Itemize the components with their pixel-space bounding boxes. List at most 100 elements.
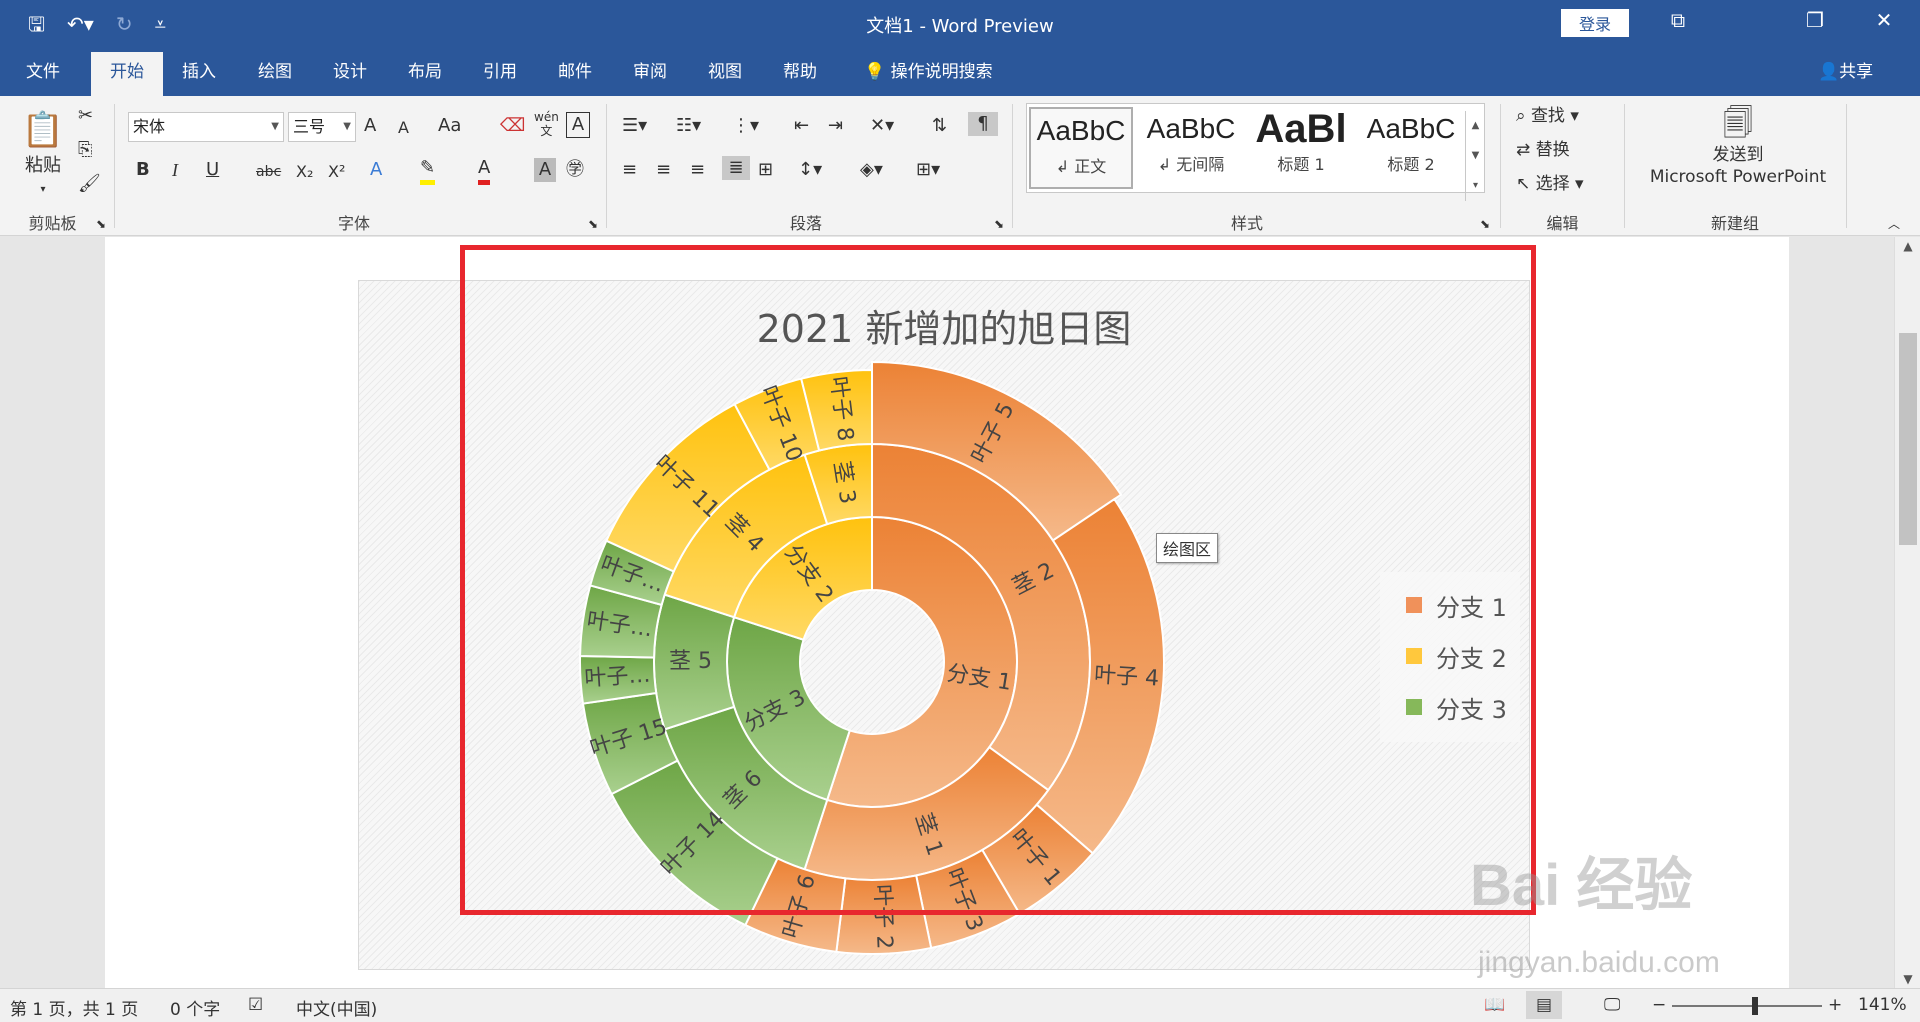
shading-icon[interactable]: ◈▾	[860, 158, 883, 182]
tab-file[interactable]: 文件	[16, 48, 70, 96]
align-right-icon[interactable]: ≡	[690, 158, 705, 182]
font-size-combo[interactable]: 三号 ▼	[288, 112, 356, 142]
zoom-level[interactable]: 141%	[1858, 995, 1907, 1015]
scroll-up-icon[interactable]: ▲	[1895, 239, 1920, 253]
dialog-launcher-icon[interactable]: ⬊	[994, 212, 1004, 236]
phonetic-guide-button[interactable]: wén 文	[534, 110, 559, 138]
tab-review[interactable]: 审阅	[623, 48, 677, 96]
subscript-button[interactable]: X₂	[296, 160, 313, 184]
chart-title[interactable]: 2021 新增加的旭日图	[358, 298, 1530, 353]
print-layout-icon[interactable]: ▤	[1526, 991, 1563, 1019]
tab-insert[interactable]: 插入	[172, 48, 226, 96]
customize-icon[interactable]: ⩡	[155, 11, 166, 37]
increase-indent-icon[interactable]: ⇥	[828, 114, 843, 138]
align-center-icon[interactable]: ≡	[656, 158, 671, 182]
more-icon[interactable]: ▾	[1466, 171, 1485, 201]
chinese-layout-icon[interactable]: ✕▾	[870, 114, 894, 138]
format-painter-icon[interactable]: 🖌	[78, 172, 101, 196]
login-button[interactable]: 登录	[1561, 9, 1629, 37]
tab-design[interactable]: 设计	[323, 48, 377, 96]
style-no-spacing[interactable]: AaBbC ↲ 无间隔	[1139, 107, 1243, 189]
bold-button[interactable]: B	[136, 158, 150, 182]
change-case-button[interactable]: Aa	[438, 114, 461, 138]
send-to-powerpoint-button[interactable]: 🗐 发送到 Microsoft PowerPoint	[1640, 104, 1836, 188]
sunburst-segment[interactable]	[835, 874, 933, 955]
sort-icon[interactable]: ⇅	[932, 114, 947, 138]
replace-button[interactable]: ⇄ 替换	[1516, 138, 1570, 162]
dialog-launcher-icon[interactable]: ⬊	[96, 212, 106, 236]
page-count[interactable]: 第 1 页，共 1 页	[10, 995, 138, 1020]
find-button[interactable]: ⌕ 查找 ▾	[1516, 104, 1579, 128]
tab-references[interactable]: 引用	[473, 48, 527, 96]
save-icon[interactable]: 🖫	[28, 11, 45, 37]
tab-view[interactable]: 视图	[698, 48, 752, 96]
shrink-font-button[interactable]: A	[398, 116, 409, 140]
clear-format-icon[interactable]: ⌫	[500, 114, 525, 138]
align-left-icon[interactable]: ≡	[622, 158, 637, 182]
sunburst-segment[interactable]	[653, 593, 736, 731]
multilevel-list-icon[interactable]: ⋮▾	[732, 114, 759, 138]
tab-layout[interactable]: 布局	[398, 48, 452, 96]
line-spacing-icon[interactable]: ↕▾	[798, 158, 822, 182]
zoom-in-icon[interactable]: +	[1828, 995, 1842, 1015]
underline-button[interactable]: U	[206, 158, 219, 182]
style-heading-2[interactable]: AaBbC 标题 2	[1359, 107, 1463, 189]
window-title: 文档1 - Word Preview	[866, 16, 1054, 37]
redo-icon[interactable]: ↻	[116, 11, 133, 37]
chevron-up-icon[interactable]: ▲	[1466, 111, 1485, 141]
style-heading-1[interactable]: AaBl 标题 1	[1249, 107, 1353, 189]
font-color-button[interactable]: A	[478, 156, 491, 185]
strikethrough-button[interactable]: abc	[256, 160, 281, 184]
tab-home[interactable]: 开始	[91, 52, 163, 96]
chart-legend[interactable]: 分支 1 分支 2 分支 3	[1380, 572, 1520, 742]
ribbon-display-icon[interactable]: ⧉	[1658, 8, 1698, 32]
char-border-icon[interactable]: A	[566, 112, 590, 138]
proofing-icon[interactable]: ☑	[248, 995, 263, 1015]
tab-draw[interactable]: 绘图	[248, 48, 302, 96]
italic-button[interactable]: I	[172, 158, 178, 182]
zoom-out-icon[interactable]: −	[1652, 995, 1666, 1015]
select-button[interactable]: ↖ 选择 ▾	[1516, 172, 1584, 196]
distribute-icon[interactable]: ⊞	[758, 158, 773, 182]
web-layout-icon[interactable]: 🖵	[1604, 995, 1620, 1015]
chevron-down-icon[interactable]: ▼	[1466, 141, 1485, 171]
copy-icon[interactable]: ⎘	[78, 138, 92, 162]
show-marks-icon[interactable]: ¶	[968, 112, 998, 136]
dialog-launcher-icon[interactable]: ⬊	[1480, 212, 1490, 236]
word-count[interactable]: 0 个字	[170, 995, 220, 1020]
justify-icon[interactable]: ≣	[722, 156, 750, 180]
undo-icon[interactable]: ↶▾	[67, 11, 94, 37]
tell-me-search[interactable]: 💡 操作说明搜索	[864, 48, 993, 96]
dialog-launcher-icon[interactable]: ⬊	[588, 212, 598, 236]
borders-icon[interactable]: ⊞▾	[916, 158, 940, 182]
zoom-slider-thumb[interactable]	[1752, 997, 1758, 1015]
font-name-value: 宋体	[133, 117, 166, 136]
text-effects-button[interactable]: A	[370, 158, 382, 182]
read-mode-icon[interactable]: 📖	[1484, 995, 1505, 1015]
language[interactable]: 中文(中国)	[296, 995, 377, 1020]
font-name-combo[interactable]: 宋体 ▼	[128, 112, 284, 142]
superscript-button[interactable]: X²	[328, 160, 345, 184]
clipboard-group-label: 剪贴板	[28, 214, 77, 233]
scroll-down-icon[interactable]: ▼	[1895, 972, 1920, 986]
scroll-thumb[interactable]	[1899, 333, 1917, 545]
highlight-icon[interactable]: ✎	[420, 156, 436, 185]
tab-mailings[interactable]: 邮件	[548, 48, 602, 96]
share-button[interactable]: 👤共享	[1818, 48, 1873, 96]
numbering-icon[interactable]: ☷▾	[676, 114, 701, 138]
zoom-slider[interactable]	[1672, 1005, 1822, 1007]
close-icon[interactable]: ✕	[1864, 8, 1904, 32]
collapse-ribbon-icon[interactable]: ︿	[1888, 212, 1900, 236]
decrease-indent-icon[interactable]: ⇤	[794, 114, 809, 138]
bullets-icon[interactable]: ☰▾	[622, 114, 647, 138]
styles-scroll[interactable]: ▲ ▼ ▾	[1465, 111, 1485, 201]
grow-font-button[interactable]: A	[364, 114, 376, 138]
vertical-scrollbar[interactable]: ▲ ▼	[1894, 237, 1920, 988]
cut-icon[interactable]: ✂	[78, 104, 93, 128]
tab-help[interactable]: 帮助	[773, 48, 827, 96]
paste-button[interactable]: 📋 粘贴 ▾	[18, 106, 68, 202]
char-shading-button[interactable]: A	[534, 158, 556, 182]
restore-icon[interactable]: ❐	[1795, 8, 1835, 32]
style-normal[interactable]: AaBbC ↲ 正文	[1029, 107, 1133, 189]
enclose-char-icon[interactable]: ㊫	[566, 158, 584, 182]
